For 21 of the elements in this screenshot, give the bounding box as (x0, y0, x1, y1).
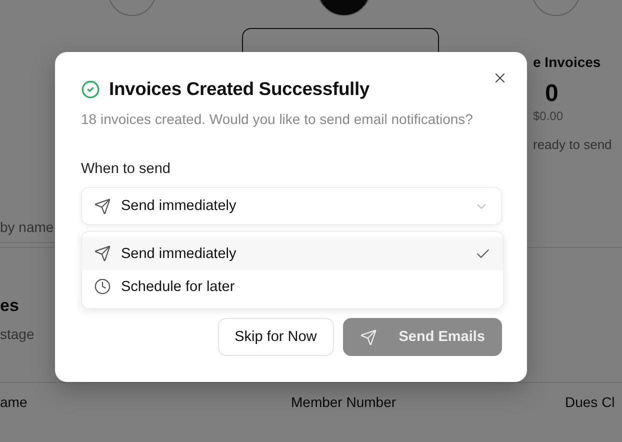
send-icon (94, 198, 111, 214)
column-header: Dues Cl (565, 394, 616, 410)
field-label: When to send (81, 161, 172, 177)
section-subtitle: stage (0, 326, 34, 342)
send-icon (94, 245, 111, 262)
column-header: ame (0, 394, 28, 410)
send-time-select[interactable]: Send immediately (81, 187, 502, 225)
send-icon (360, 328, 377, 346)
column-header: Member Number (291, 394, 398, 410)
dialog-title: Invoices Created Successfully (109, 78, 370, 100)
dialog-message: 18 invoices created. Would you like to send email notifications? (81, 111, 474, 127)
success-icon (81, 80, 100, 98)
stat-caption: ready to send (533, 137, 612, 152)
stat-title: e Invoices (533, 54, 601, 70)
dropdown-option[interactable]: Send immediately (82, 237, 503, 270)
stat-value: 0 (545, 80, 558, 108)
clock-icon (94, 278, 111, 295)
stat-amount: $0.00 (533, 109, 564, 123)
skip-button[interactable]: Skip for Now (218, 318, 334, 356)
section-title: es (0, 296, 19, 316)
dropdown-option[interactable]: Schedule for later (82, 270, 503, 303)
